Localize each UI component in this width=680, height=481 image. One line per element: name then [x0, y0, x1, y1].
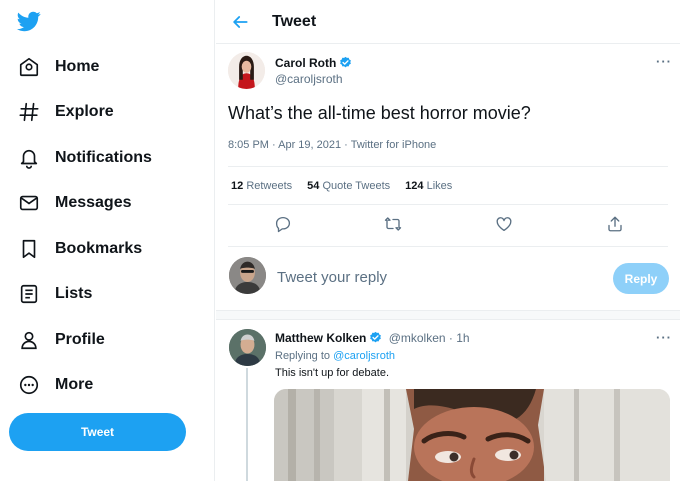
retweets-label: Retweets [246, 180, 293, 192]
replying-to: Replying to @caroljsroth [275, 350, 395, 362]
like-heart-icon[interactable] [495, 215, 513, 233]
sidebar-item-profile[interactable]: Profile [18, 325, 105, 355]
author-handle[interactable]: @caroljsroth [275, 72, 343, 86]
sidebar-item-bookmarks[interactable]: Bookmarks [18, 234, 142, 264]
sidebar-item-notifications[interactable]: Notifications [18, 143, 152, 173]
sidebar-item-explore[interactable]: Explore [18, 97, 114, 127]
sidebar-item-label: More [55, 376, 94, 393]
bell-icon [18, 147, 40, 169]
likes-stat[interactable]: 124 Likes [405, 180, 452, 192]
sidebar-item-messages[interactable]: Messages [18, 188, 132, 218]
more-circle-icon [18, 374, 40, 396]
reply-author-avatar[interactable] [229, 329, 266, 366]
author-name-row[interactable]: Carol Roth [275, 56, 352, 70]
sidebar: Home Explore Notifications Messages Book… [0, 0, 215, 481]
reply-author-row[interactable]: Matthew Kolken @mkolken · 1h [275, 331, 470, 345]
retweets-count: 12 [231, 180, 244, 192]
sidebar-item-home[interactable]: Home [18, 52, 99, 82]
sidebar-item-label: Lists [55, 285, 93, 302]
thread-line [246, 368, 248, 481]
sidebar-item-more[interactable]: More [18, 370, 93, 400]
quote-tweets-stat[interactable]: 54 Quote Tweets [307, 180, 390, 192]
bookmark-icon [18, 238, 40, 260]
twitter-bird-icon[interactable] [16, 9, 42, 33]
verified-badge-icon [370, 331, 382, 343]
sidebar-item-label: Explore [55, 103, 114, 120]
sidebar-item-label: Profile [55, 331, 105, 348]
reply-input[interactable]: Tweet your reply [277, 269, 387, 286]
sidebar-item-label: Bookmarks [55, 240, 143, 257]
envelope-icon [18, 192, 40, 214]
replying-to-link[interactable]: @caroljsroth [333, 350, 395, 362]
home-icon [18, 56, 40, 78]
reply-icon[interactable] [274, 215, 292, 233]
replying-prefix: Replying to [275, 350, 331, 362]
tweet-timestamp[interactable]: 8:05 PM · Apr 19, 2021 · Twitter for iPh… [228, 139, 436, 151]
avatar[interactable] [228, 52, 265, 89]
likes-count: 124 [405, 180, 424, 192]
page-header: Tweet [216, 0, 680, 44]
retweet-icon[interactable] [384, 215, 402, 233]
list-icon [18, 283, 40, 305]
retweets-stat[interactable]: 12 Retweets [231, 180, 292, 192]
tweet-stats: 12 Retweets 54 Quote Tweets 124 Likes [231, 180, 467, 192]
section-divider [216, 310, 680, 320]
main-column: Tweet Carol Roth @caroljsroth ··· What’s… [216, 0, 680, 481]
my-avatar[interactable] [229, 257, 266, 294]
reply-handle-time[interactable]: @mkolken · 1h [389, 331, 470, 345]
reply-more-button[interactable]: ··· [656, 330, 672, 345]
quotes-count: 54 [307, 180, 320, 192]
author-name[interactable]: Carol Roth [275, 56, 336, 70]
back-arrow-icon[interactable] [230, 12, 250, 32]
reply-text: This isn't up for debate. [275, 367, 389, 379]
tweet-text: What’s the all-time best horror movie? [228, 103, 531, 123]
divider [228, 204, 668, 205]
sidebar-item-label: Notifications [55, 149, 152, 166]
reply-author-name[interactable]: Matthew Kolken [275, 331, 366, 345]
tweet-more-button[interactable]: ··· [656, 54, 672, 69]
verified-badge-icon [340, 56, 352, 68]
sidebar-item-label: Home [55, 58, 100, 75]
person-icon [18, 329, 40, 351]
likes-label: Likes [426, 180, 453, 192]
sidebar-item-lists[interactable]: Lists [18, 279, 92, 309]
share-icon[interactable] [606, 215, 624, 233]
divider [228, 166, 668, 167]
reply-media-image[interactable] [274, 389, 670, 481]
reply-button[interactable]: Reply [613, 263, 669, 294]
tweet-button[interactable]: Tweet [9, 413, 186, 451]
divider [228, 246, 668, 247]
sidebar-item-label: Messages [55, 194, 132, 211]
page-title: Tweet [272, 13, 317, 30]
quotes-label: Quote Tweets [322, 180, 391, 192]
hashtag-icon [18, 101, 40, 123]
